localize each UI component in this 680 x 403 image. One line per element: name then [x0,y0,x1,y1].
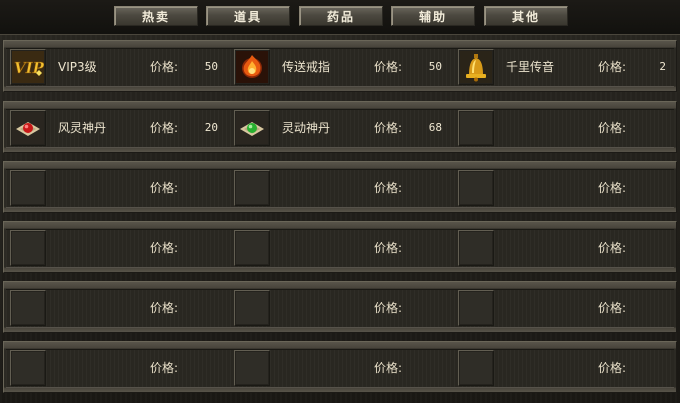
item-name: 灵动神丹 [282,121,331,135]
shop-item: 价格: [232,290,454,327]
item-name: VIP3级 [58,60,97,74]
shop-item: 价格: [232,230,454,267]
item-slot[interactable] [234,110,270,146]
price-label: 价格: [374,361,403,375]
price-label: 价格: [374,241,403,255]
price-label: 价格: [598,121,627,135]
tab-hot-sale[interactable]: 热卖 [114,6,198,26]
price-label: 价格: [598,301,627,315]
price-label: 价格: [150,361,179,375]
price-label: 价格: [150,301,179,315]
shop-item: 价格: [8,290,230,327]
price-value: 50 [204,60,218,73]
shop-item: 价格: [456,350,678,387]
shop-item: 价格: [456,170,678,207]
tab-props[interactable]: 道具 [206,6,290,26]
item-name: 风灵神丹 [58,121,107,135]
tab-medicine[interactable]: 药品 [299,6,383,26]
shop-item[interactable]: VIP VIP3级 价格: 50 [8,49,230,86]
item-row: 价格: 价格: 价格: [3,161,677,213]
item-row-panel: VIP VIP3级 价格: 50 传送戒指 价格: 50 千里传音 价格: 2 [6,48,674,87]
tab-other[interactable]: 其他 [484,6,568,26]
shop-item[interactable]: 传送戒指 价格: 50 [232,49,454,86]
price-label: 价格: [598,181,627,195]
item-slot[interactable] [458,290,494,326]
item-row-panel: 价格: 价格: 价格: [6,169,674,208]
item-slot[interactable] [10,230,46,266]
shop-window: 热卖 道具 药品 辅助 其他 VIP VIP3级 价格: 50 传送戒指 价格: 50 千里传… [0,0,680,403]
item-row: 价格: 价格: 价格: [3,281,677,333]
item-slot[interactable]: VIP [10,49,46,85]
price-label: 价格: [150,121,179,135]
tab-auxiliary[interactable]: 辅助 [391,6,475,26]
shop-item: 价格: [232,350,454,387]
price-label: 价格: [374,181,403,195]
price-label: 价格: [598,241,627,255]
item-row: 风灵神丹 价格: 20 灵动神丹 价格: 68 价格: [3,101,677,153]
item-row: 价格: 价格: 价格: [3,341,677,393]
item-slot[interactable] [458,350,494,386]
item-slot[interactable] [458,170,494,206]
item-slot[interactable] [234,350,270,386]
item-slot[interactable] [234,290,270,326]
item-row-panel: 风灵神丹 价格: 20 灵动神丹 价格: 68 价格: [6,109,674,148]
item-slot[interactable] [234,49,270,85]
price-label: 价格: [374,301,403,315]
item-slot[interactable] [10,110,46,146]
item-slot[interactable] [10,290,46,326]
price-value: 68 [428,121,442,134]
item-slot[interactable] [458,230,494,266]
shop-item[interactable]: 风灵神丹 价格: 20 [8,110,230,147]
item-row-panel: 价格: 价格: 价格: [6,229,674,268]
shop-item: 价格: [456,230,678,267]
price-label: 价格: [150,241,179,255]
shop-item[interactable]: 千里传音 价格: 2 [456,49,678,86]
item-slot[interactable] [10,170,46,206]
shop-item: 价格: [8,350,230,387]
item-name: 传送戒指 [282,60,331,74]
item-slot[interactable] [458,49,494,85]
item-slot[interactable] [10,350,46,386]
shop-item: 价格: [456,290,678,327]
shop-item: 价格: [8,170,230,207]
price-value: 20 [204,121,218,134]
item-slot[interactable] [234,170,270,206]
price-label: 价格: [374,60,403,74]
shop-item: 价格: [232,170,454,207]
item-row-panel: 价格: 价格: 价格: [6,349,674,388]
shop-item: 价格: [456,110,678,147]
shop-item: 价格: [8,230,230,267]
price-label: 价格: [598,60,627,74]
price-label: 价格: [150,181,179,195]
item-slot[interactable] [234,230,270,266]
price-value: 2 [659,60,666,73]
item-slot[interactable] [458,110,494,146]
price-label: 价格: [374,121,403,135]
tab-bar: 热卖 道具 药品 辅助 其他 [0,0,680,35]
price-label: 价格: [598,361,627,375]
item-row-panel: 价格: 价格: 价格: [6,289,674,328]
item-row: VIP VIP3级 价格: 50 传送戒指 价格: 50 千里传音 价格: 2 [3,40,677,92]
shop-item[interactable]: 灵动神丹 价格: 68 [232,110,454,147]
price-label: 价格: [150,60,179,74]
item-row: 价格: 价格: 价格: [3,221,677,273]
price-value: 50 [428,60,442,73]
item-name: 千里传音 [506,60,555,74]
